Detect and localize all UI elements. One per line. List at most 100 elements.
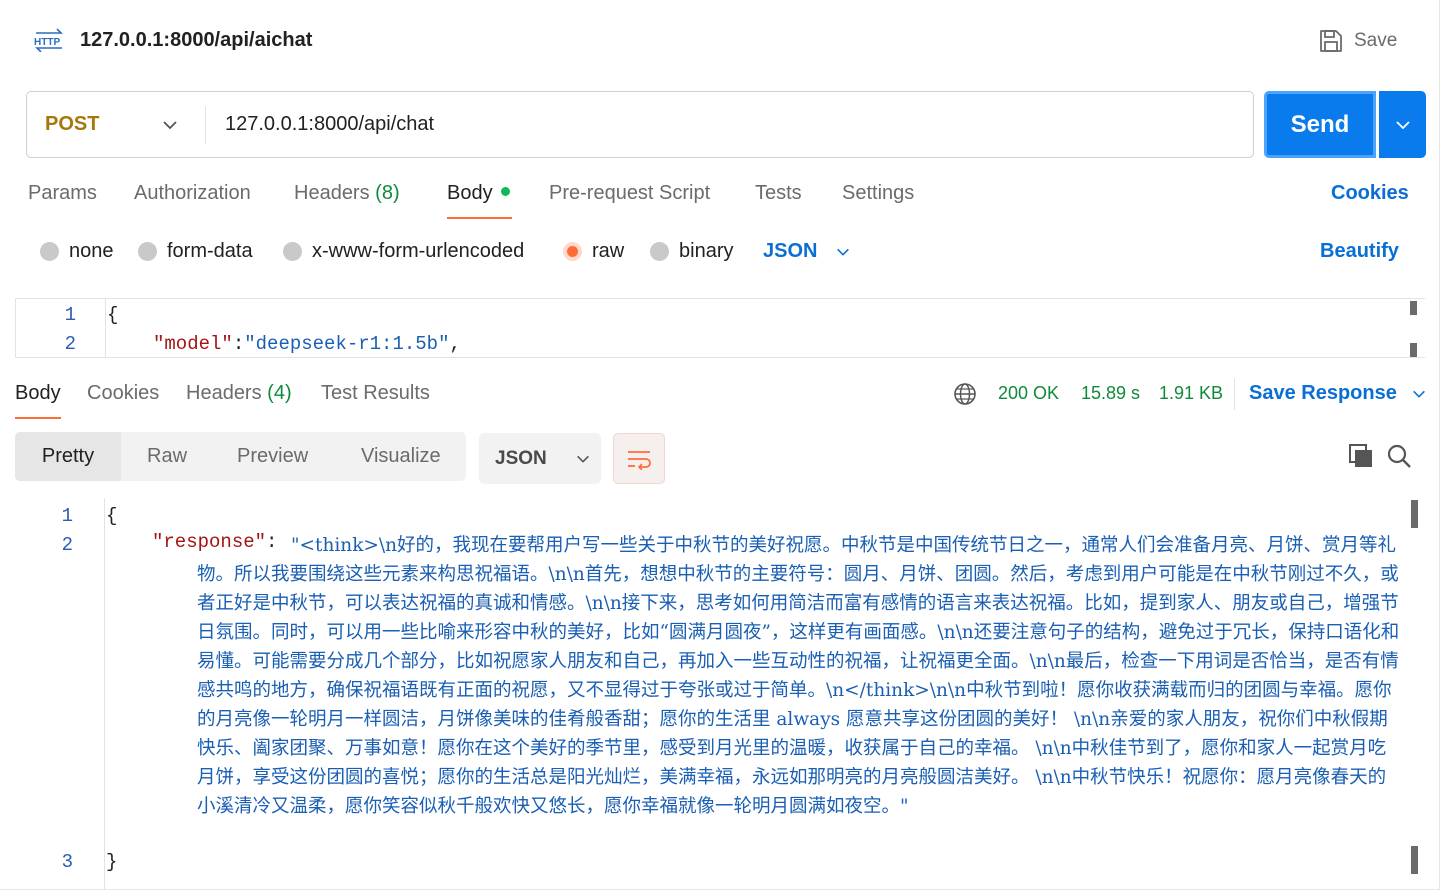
json-colon: : bbox=[232, 333, 245, 355]
viewer-scrollbar[interactable] bbox=[1411, 500, 1418, 528]
line-number: 1 bbox=[61, 505, 73, 527]
close-brace: } bbox=[106, 851, 118, 873]
radio-form-data[interactable]: form-data bbox=[138, 240, 253, 263]
view-mode-selector: Pretty Raw Preview Visualize bbox=[15, 432, 466, 481]
open-brace: { bbox=[106, 505, 118, 527]
request-header: HTTP 127.0.0.1:8000/api/aichat Save bbox=[0, 0, 1440, 82]
tab-tests[interactable]: Tests bbox=[755, 182, 802, 205]
editor-scrollbar[interactable] bbox=[1410, 343, 1417, 357]
url-input[interactable] bbox=[225, 92, 1245, 157]
json-key: "model" bbox=[153, 333, 233, 355]
save-response-button[interactable]: Save Response bbox=[1249, 382, 1427, 405]
radio-urlencoded-label: x-www-form-urlencoded bbox=[312, 240, 525, 262]
tab-body[interactable]: Body bbox=[447, 182, 510, 205]
app-window: HTTP 127.0.0.1:8000/api/aichat Save POST… bbox=[0, 0, 1440, 890]
resp-tab-headers-label: Headers bbox=[186, 382, 262, 404]
radio-circle bbox=[40, 242, 59, 261]
radio-circle bbox=[283, 242, 302, 261]
body-type-selector: none form-data x-www-form-urlencoded raw… bbox=[0, 240, 1440, 268]
open-brace: { bbox=[107, 304, 119, 326]
radio-none-label: none bbox=[69, 240, 114, 262]
floppy-disk-icon bbox=[1320, 30, 1342, 52]
line-number: 3 bbox=[61, 851, 73, 873]
radio-raw[interactable]: raw bbox=[563, 240, 624, 263]
response-body-viewer[interactable]: 1 2 3 { "response": "<think>\n好的，我现在要帮用户… bbox=[0, 498, 1440, 890]
cookies-link[interactable]: Cookies bbox=[1331, 182, 1409, 205]
save-response-label: Save Response bbox=[1249, 382, 1397, 404]
raw-format-label: JSON bbox=[763, 240, 818, 262]
view-visualize[interactable]: Visualize bbox=[361, 432, 441, 481]
radio-binary[interactable]: binary bbox=[650, 240, 733, 263]
request-tabs: Params Authorization Headers (8) Body Pr… bbox=[0, 182, 1440, 222]
save-label: Save bbox=[1354, 30, 1398, 51]
resp-tab-headers[interactable]: Headers (4) bbox=[186, 382, 292, 405]
json-value: "deepseek-r1:1.5b" bbox=[244, 333, 450, 355]
method-select[interactable]: POST bbox=[27, 92, 205, 157]
status-code[interactable]: 200 OK bbox=[998, 383, 1059, 404]
response-tabs: Body Cookies Headers (4) Test Results bbox=[0, 382, 940, 422]
chevron-down-icon bbox=[837, 248, 850, 256]
tab-pre-request-script[interactable]: Pre-request Script bbox=[549, 182, 710, 205]
divider bbox=[1234, 378, 1235, 410]
chevron-down-icon bbox=[163, 121, 177, 130]
line-number: 2 bbox=[61, 534, 73, 556]
tab-authorization[interactable]: Authorization bbox=[134, 182, 251, 205]
response-time[interactable]: 15.89 s bbox=[1081, 383, 1140, 404]
response-size[interactable]: 1.91 KB bbox=[1159, 383, 1223, 404]
view-raw[interactable]: Raw bbox=[147, 432, 187, 481]
json-value: "<think>\n好的，我现在要帮用户写一些关于中秋节的美好祝愿。中秋节是中国… bbox=[197, 535, 1400, 817]
code-line: "model":"deepseek-r1:1.5b", bbox=[153, 333, 461, 355]
chevron-down-icon bbox=[1412, 390, 1425, 398]
tab-settings[interactable]: Settings bbox=[842, 182, 914, 205]
tab-body-label: Body bbox=[447, 182, 493, 204]
url-bar: POST bbox=[26, 91, 1254, 158]
viewer-scrollbar[interactable] bbox=[1411, 846, 1418, 874]
tab-headers[interactable]: Headers (8) bbox=[294, 182, 400, 205]
beautify-button[interactable]: Beautify bbox=[1320, 240, 1399, 263]
save-button[interactable]: Save bbox=[1318, 26, 1397, 56]
radio-circle bbox=[138, 242, 157, 261]
active-resp-tab-indicator bbox=[15, 417, 61, 419]
radio-circle bbox=[650, 242, 669, 261]
raw-format-select[interactable]: JSON bbox=[763, 240, 851, 263]
word-wrap-icon bbox=[628, 450, 651, 470]
send-button[interactable]: Send bbox=[1264, 91, 1376, 158]
divider bbox=[205, 106, 206, 144]
response-format-label: JSON bbox=[495, 447, 547, 469]
chevron-down-icon bbox=[1395, 120, 1410, 129]
response-format-select[interactable]: JSON bbox=[479, 433, 601, 484]
line-number: 2 bbox=[64, 333, 76, 355]
method-label: POST bbox=[45, 113, 100, 135]
tab-headers-label: Headers bbox=[294, 182, 370, 204]
request-title[interactable]: 127.0.0.1:8000/api/aichat bbox=[80, 29, 312, 52]
radio-none[interactable]: none bbox=[40, 240, 114, 263]
line-number: 1 bbox=[64, 304, 76, 326]
radio-urlencoded[interactable]: x-www-form-urlencoded bbox=[283, 240, 524, 263]
radio-form-data-label: form-data bbox=[167, 240, 253, 262]
tab-params[interactable]: Params bbox=[28, 182, 97, 205]
line-number-gutter: 1 2 bbox=[16, 299, 106, 357]
headers-count: (8) bbox=[375, 182, 400, 204]
http-icon: HTTP bbox=[34, 28, 63, 52]
chevron-down-icon bbox=[576, 455, 589, 463]
line-number-gutter: 1 2 3 bbox=[0, 498, 105, 890]
send-options-button[interactable] bbox=[1379, 91, 1426, 158]
copy-icon[interactable] bbox=[1348, 443, 1374, 469]
radio-raw-label: raw bbox=[592, 240, 625, 262]
globe-icon[interactable] bbox=[953, 382, 977, 406]
body-indicator-dot bbox=[500, 187, 510, 197]
view-preview[interactable]: Preview bbox=[237, 432, 308, 481]
word-wrap-button[interactable] bbox=[613, 433, 665, 484]
http-badge-text: HTTP bbox=[34, 37, 60, 48]
editor-scrollbar[interactable] bbox=[1410, 301, 1417, 315]
json-comma: , bbox=[449, 333, 461, 355]
search-icon[interactable] bbox=[1386, 443, 1412, 469]
radio-circle-selected bbox=[563, 242, 582, 261]
view-pretty[interactable]: Pretty bbox=[15, 432, 121, 481]
resp-tab-body[interactable]: Body bbox=[15, 382, 61, 405]
request-body-editor[interactable]: 1 2 { "model":"deepseek-r1:1.5b", bbox=[15, 298, 1425, 358]
active-tab-indicator bbox=[447, 217, 512, 219]
resp-tab-test-results[interactable]: Test Results bbox=[321, 382, 430, 405]
radio-binary-label: binary bbox=[679, 240, 734, 262]
resp-tab-cookies[interactable]: Cookies bbox=[87, 382, 159, 405]
